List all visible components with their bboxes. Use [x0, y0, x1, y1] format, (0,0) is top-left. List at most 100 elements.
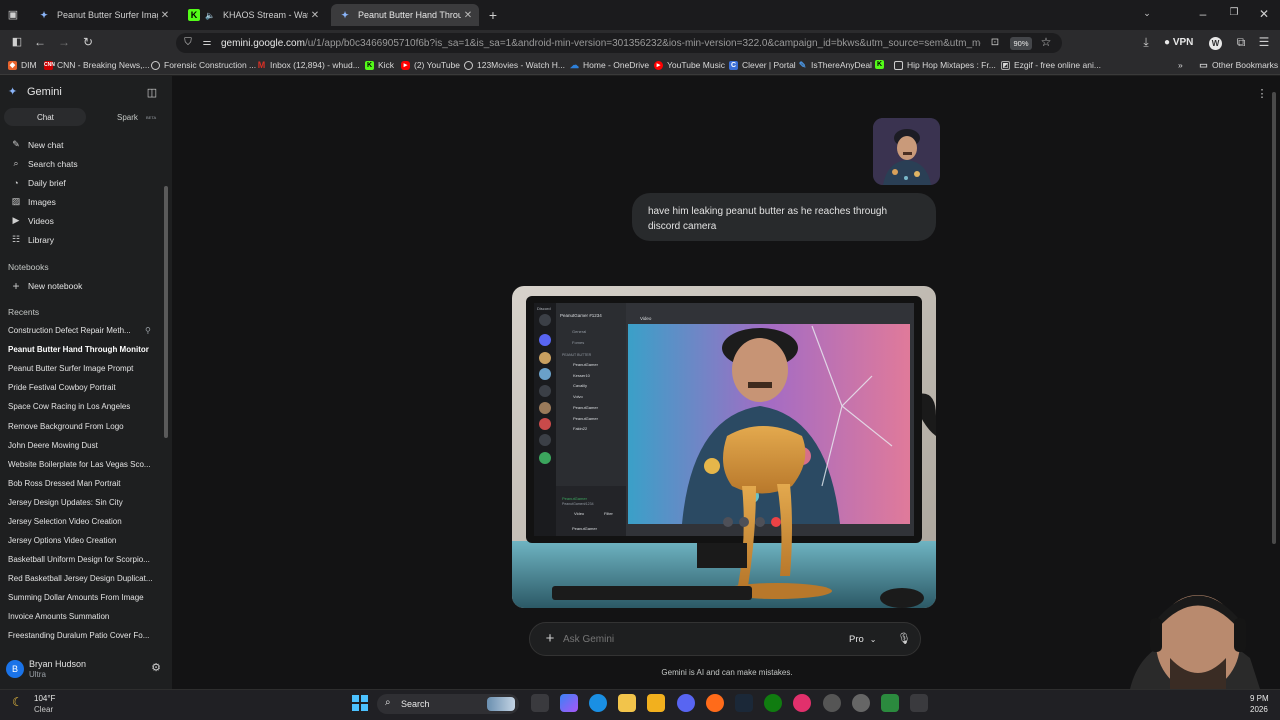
bookmark-7[interactable]: ☁ Home - OneDrive: [570, 60, 649, 70]
weather-temp[interactable]: 104°F: [34, 694, 55, 703]
edge-icon[interactable]: [589, 694, 607, 712]
recent-chat-item[interactable]: Freestanding Duralum Patio Cover Fo...: [8, 631, 158, 640]
model-selector[interactable]: Pro ⌄: [849, 634, 877, 645]
recent-chat-item[interactable]: Invoice Amounts Summation: [8, 612, 158, 621]
xbox-icon[interactable]: [764, 694, 782, 712]
bookmark-5[interactable]: ▸ (2) YouTube: [401, 60, 460, 70]
reload-icon[interactable]: ↻: [81, 35, 95, 49]
minimize-icon[interactable]: –: [1196, 7, 1210, 21]
bookmark-4[interactable]: K Kick: [365, 60, 394, 70]
install-app-icon[interactable]: ⊡: [989, 37, 1001, 48]
close-icon[interactable]: ✕: [308, 10, 322, 21]
tab-actions-icon[interactable]: ▣: [6, 8, 20, 21]
bookmark-3[interactable]: M Inbox (12,894) - whud...: [257, 60, 360, 70]
recent-chat-item[interactable]: John Deere Mowing Dust: [8, 441, 158, 450]
settings-gear-icon[interactable]: ⚙: [149, 661, 163, 674]
recent-chat-item[interactable]: Website Boilerplate for Las Vegas Sco...: [8, 460, 158, 469]
close-icon[interactable]: ✕: [158, 10, 172, 21]
chevron-down-icon[interactable]: ⌄: [1140, 8, 1154, 19]
sidebar-item-library[interactable]: ☷ Library: [0, 230, 160, 249]
webcam-person-icon: [1130, 595, 1260, 689]
add-attachment-icon[interactable]: +: [543, 631, 557, 646]
generated-image[interactable]: Discord PeanutGamer #1234 Video General …: [512, 286, 936, 608]
back-icon[interactable]: ←: [33, 35, 47, 49]
bookmark-13[interactable]: ◩ Ezgif - free online ani...: [1001, 60, 1101, 70]
close-icon[interactable]: ✕: [461, 10, 475, 21]
recent-chat-item[interactable]: Peanut Butter Hand Through Monitor: [8, 345, 158, 354]
game-app-icon[interactable]: [881, 694, 899, 712]
file-explorer-icon[interactable]: [647, 694, 665, 712]
recent-chat-item[interactable]: Bob Ross Dressed Man Portrait: [8, 479, 158, 488]
recent-chat-item[interactable]: Red Basketball Jersey Design Duplicat...: [8, 574, 158, 583]
collapse-sidebar-icon[interactable]: ◫: [145, 86, 159, 99]
bookmark-11[interactable]: K: [875, 60, 888, 69]
shield-icon[interactable]: ⛉: [182, 37, 194, 48]
new-tab-icon[interactable]: +: [486, 7, 500, 23]
download-icon[interactable]: ⤓: [1139, 35, 1153, 50]
bookmark-0[interactable]: ◆ DIM: [8, 60, 37, 70]
avatar[interactable]: B: [6, 660, 24, 678]
copilot-icon[interactable]: [560, 694, 578, 712]
bookmark-1[interactable]: CNN CNN - Breaking News,...: [44, 60, 150, 70]
speaker-icon[interactable]: 🔈: [204, 9, 216, 21]
url-text[interactable]: gemini.google.com/u/1/app/b0c3466905710f…: [221, 38, 981, 49]
bookmark-9[interactable]: C Clever | Portal: [729, 60, 796, 70]
recent-chat-item[interactable]: Jersey Selection Video Creation: [8, 517, 158, 526]
sidebar-item-search-chats[interactable]: ⌕ Search chats: [0, 154, 160, 173]
recent-chat-item[interactable]: Jersey Design Updates: Sin City: [8, 498, 158, 507]
discord-footer-sub: PeanutGamer#1234: [562, 502, 594, 506]
sidebar-item-daily-brief[interactable]: ◔ Daily brief: [0, 173, 160, 192]
bookmark-2[interactable]: Forensic Construction ...: [151, 60, 256, 70]
windows-start-icon[interactable]: [352, 695, 368, 711]
bookmark-10[interactable]: ✎ IsThereAnyDeal: [798, 60, 872, 70]
recent-chat-item[interactable]: Pride Festival Cowboy Portrait: [8, 383, 158, 392]
store-icon[interactable]: [618, 694, 636, 712]
zoom-badge[interactable]: 90%: [1010, 37, 1032, 50]
bookmarks-overflow[interactable]: »: [1178, 60, 1191, 70]
recent-chat-item[interactable]: Jersey Options Video Creation: [8, 536, 158, 545]
sidebar-toggle-icon[interactable]: ◧: [10, 35, 24, 48]
main-scrollbar[interactable]: [1272, 92, 1276, 544]
recent-chat-item[interactable]: Summing Dollar Amounts From Image: [8, 593, 158, 602]
media-player-icon[interactable]: [793, 694, 811, 712]
uploaded-image-thumbnail[interactable]: [873, 118, 940, 185]
firefox-icon[interactable]: [706, 694, 724, 712]
sidebar-item-videos[interactable]: ▶ Videos: [0, 211, 160, 230]
bookmark-6[interactable]: 123Movies - Watch H...: [464, 60, 565, 70]
obs-icon[interactable]: [823, 694, 841, 712]
bookmark-star-icon[interactable]: ☆: [1039, 35, 1053, 49]
recent-chat-item[interactable]: Space Cow Racing in Los Angeles: [8, 402, 158, 411]
more-options-icon[interactable]: ⋮: [1256, 87, 1268, 100]
bookmark-8[interactable]: ▸ YouTube Music: [654, 60, 725, 70]
restore-icon[interactable]: ❐: [1227, 7, 1241, 18]
browser-app-icon[interactable]: [910, 694, 928, 712]
microphone-icon[interactable]: 🎙: [897, 632, 911, 645]
chrome-icon[interactable]: [852, 694, 870, 712]
vpn-button[interactable]: ● VPN: [1164, 37, 1193, 48]
sidebar-scrollbar[interactable]: [164, 186, 168, 438]
extensions-icon[interactable]: ⧉: [1234, 35, 1248, 50]
other-bookmarks[interactable]: ▭ Other Bookmarks: [1199, 60, 1278, 70]
task-view-icon[interactable]: [531, 694, 549, 712]
site-settings-icon[interactable]: ⚌: [201, 37, 213, 48]
ask-input[interactable]: [563, 629, 833, 649]
recent-chat-item[interactable]: Construction Defect Repair Meth...: [8, 326, 158, 335]
sidebar-item-new-chat[interactable]: ✎ New chat: [0, 135, 160, 154]
tab-0[interactable]: ✦ Peanut Butter Surfer Image Pro ✕: [30, 4, 176, 26]
sidebar-item-new-notebook[interactable]: + New notebook: [0, 276, 160, 295]
forward-icon[interactable]: →: [57, 35, 71, 49]
close-window-icon[interactable]: ✕: [1257, 7, 1271, 21]
menu-icon[interactable]: ☰: [1257, 35, 1271, 49]
tab-2[interactable]: ✦ Peanut Butter Hand Through M ✕: [331, 4, 479, 26]
discord-icon[interactable]: [677, 694, 695, 712]
clock-time[interactable]: 9 PM: [1250, 694, 1269, 703]
wallet-icon[interactable]: W: [1209, 37, 1222, 50]
tab-1[interactable]: K 🔈 KHAOS Stream - Watch Live ✕: [180, 4, 326, 26]
recent-chat-item[interactable]: Basketball Uniform Design for Scorpio...: [8, 555, 158, 564]
steam-icon[interactable]: [735, 694, 753, 712]
tab-spark[interactable]: Spark: [117, 113, 138, 122]
recent-chat-item[interactable]: Remove Background From Logo: [8, 422, 158, 431]
recent-chat-item[interactable]: Peanut Butter Surfer Image Prompt: [8, 364, 158, 373]
bookmark-12[interactable]: Hip Hop Mixtapes : Fr...: [894, 60, 996, 70]
sidebar-item-images[interactable]: ▨ Images: [0, 192, 160, 211]
